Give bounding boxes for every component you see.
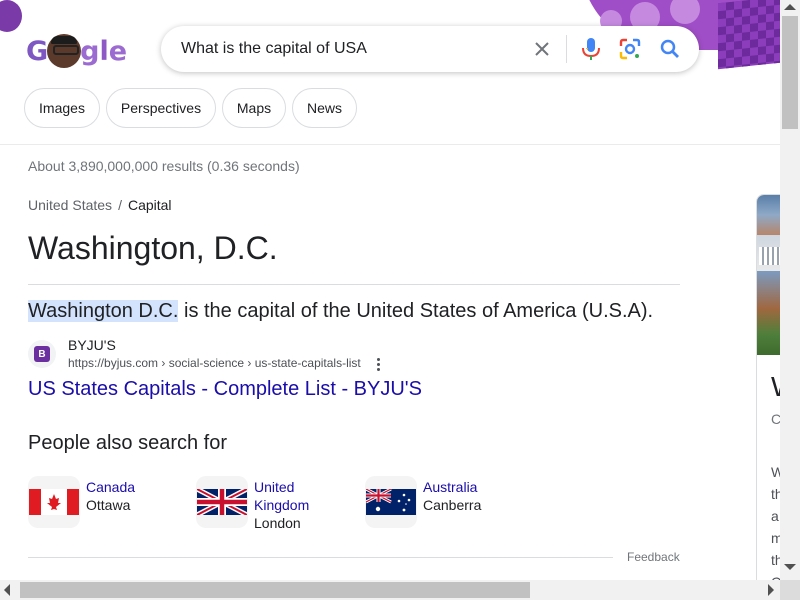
pasf-item-canada[interactable]: Canada Ottawa xyxy=(28,476,135,528)
header-divider xyxy=(0,144,780,145)
result-title-link[interactable]: US States Capitals - Complete List - BYJ… xyxy=(28,378,422,401)
clear-icon[interactable] xyxy=(530,37,554,61)
scroll-up-arrow-icon[interactable] xyxy=(784,4,796,10)
logo-letter: g xyxy=(80,35,100,67)
pasf-capital: Ottawa xyxy=(86,497,131,513)
scroll-down-arrow-icon[interactable] xyxy=(784,564,796,570)
featured-answer: Washington, D.C. xyxy=(28,230,278,266)
pasf-country-line[interactable]: United xyxy=(254,478,309,496)
pasf-country[interactable]: Canada xyxy=(86,478,135,496)
canada-flag-icon xyxy=(28,476,80,528)
source-name[interactable]: BYJU'S xyxy=(68,337,116,353)
chip-perspectives[interactable]: Perspectives xyxy=(106,88,216,128)
feedback-divider xyxy=(28,557,613,558)
chip-maps[interactable]: Maps xyxy=(222,88,286,128)
breadcrumb-parent[interactable]: United States xyxy=(28,197,112,213)
horizontal-scroll-thumb[interactable] xyxy=(20,582,530,598)
scrollbar-corner xyxy=(780,580,800,600)
pasf-item-australia[interactable]: Australia Canberra xyxy=(365,476,481,528)
feedback-link[interactable]: Feedback xyxy=(627,550,680,564)
chip-news[interactable]: News xyxy=(292,88,357,128)
pasf-item-united-kingdom[interactable]: United Kingdom London xyxy=(196,476,309,532)
google-logo[interactable]: G g l e xyxy=(26,34,127,68)
doodle-face-icon xyxy=(47,34,82,68)
pasf-capital: Canberra xyxy=(423,497,482,513)
doodle-checker-pattern xyxy=(718,0,780,70)
uk-flag-icon xyxy=(196,476,248,528)
featured-snippet: Washington D.C. is the capital of the Un… xyxy=(28,298,653,324)
logo-letter: l xyxy=(99,35,109,67)
australia-flag-icon xyxy=(365,476,417,528)
pasf-country[interactable]: Australia xyxy=(423,478,481,496)
microphone-icon[interactable] xyxy=(579,37,603,61)
snippet-text: is the capital of the United States of A… xyxy=(178,300,654,322)
source-favicon[interactable]: B xyxy=(28,340,56,368)
scroll-right-arrow-icon[interactable] xyxy=(768,584,774,596)
search-input[interactable] xyxy=(181,38,521,60)
result-stats: About 3,890,000,000 results (0.36 second… xyxy=(28,158,300,174)
people-also-search-title: People also search for xyxy=(28,432,228,454)
answer-divider xyxy=(28,284,680,285)
pasf-country-line[interactable]: Kingdom xyxy=(254,496,309,514)
horizontal-scrollbar[interactable] xyxy=(0,580,780,600)
search-divider xyxy=(566,35,567,63)
more-options-icon[interactable] xyxy=(370,355,386,373)
snippet-highlight: Washington D.C. xyxy=(28,300,179,322)
source-url[interactable]: https://byjus.com › social-science › us-… xyxy=(68,356,361,370)
scroll-left-arrow-icon[interactable] xyxy=(4,584,10,596)
search-icon[interactable] xyxy=(658,37,682,61)
search-box[interactable] xyxy=(161,26,699,72)
breadcrumb-current: Capital xyxy=(127,197,172,213)
chip-images[interactable]: Images xyxy=(24,88,100,128)
breadcrumb-separator: / xyxy=(118,197,122,213)
vertical-scrollbar[interactable] xyxy=(780,0,800,580)
vertical-scroll-thumb[interactable] xyxy=(782,16,798,129)
logo-letter: e xyxy=(108,35,128,67)
byjus-logo-icon: B xyxy=(34,346,50,362)
breadcrumb: United States / Capital xyxy=(28,197,172,213)
lens-camera-icon[interactable] xyxy=(618,37,642,61)
logo-letter: G xyxy=(26,35,49,67)
doodle-decoration-left xyxy=(0,0,22,32)
pasf-capital: London xyxy=(254,515,301,531)
